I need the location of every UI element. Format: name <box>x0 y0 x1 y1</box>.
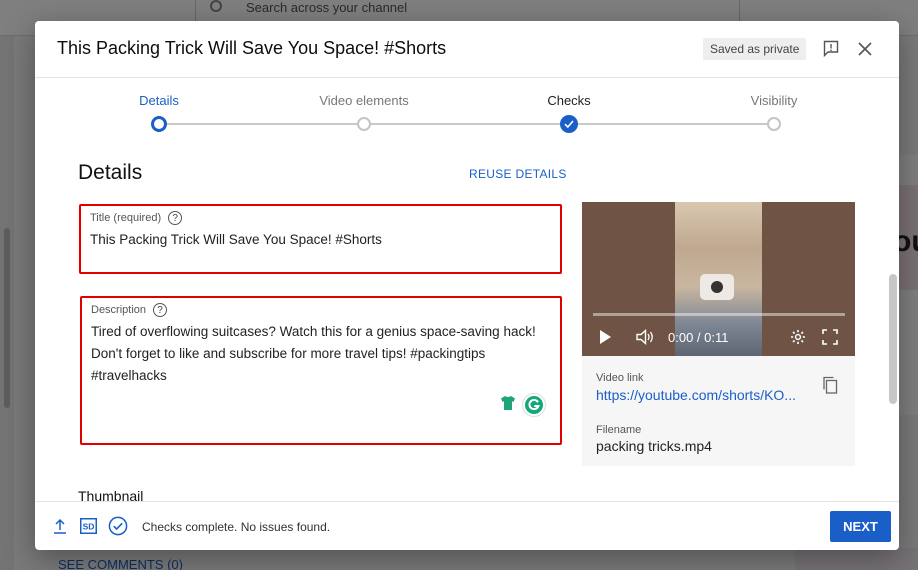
volume-icon[interactable] <box>635 329 655 345</box>
title-field[interactable]: Title (required) ? This Packing Trick Wi… <box>79 204 562 274</box>
step-checks-dot[interactable] <box>560 115 578 133</box>
filename-label: Filename <box>596 424 642 436</box>
description-input[interactable]: Tired of overflowing suitcases? Watch th… <box>91 321 551 387</box>
video-frame-lens <box>711 281 723 293</box>
details-heading: Details <box>78 161 143 184</box>
sd-quality-text: SD <box>83 522 95 532</box>
dialog-title: This Packing Trick Will Save You Space! … <box>57 38 447 58</box>
next-button[interactable]: NEXT <box>830 511 891 542</box>
title-field-label: Title (required) ? <box>90 211 551 225</box>
content-scrollbar[interactable] <box>889 274 897 404</box>
upload-icon <box>54 518 66 534</box>
video-frame-right <box>762 202 855 356</box>
checks-complete-icon <box>108 516 128 536</box>
shirt-icon[interactable] <box>499 394 517 412</box>
step-checks-label[interactable]: Checks <box>547 93 590 108</box>
video-info: Video link https://youtube.com/shorts/KO… <box>582 356 855 466</box>
upload-dialog: This Packing Trick Will Save You Space! … <box>35 21 899 550</box>
help-icon[interactable]: ? <box>168 211 183 225</box>
checks-status-text: Checks complete. No issues found. <box>142 520 331 534</box>
description-field-label: Description ? <box>91 303 551 317</box>
step-details-dot[interactable] <box>151 116 167 132</box>
saved-status-badge: Saved as private <box>703 38 807 60</box>
step-video-elements-label[interactable]: Video elements <box>319 93 408 108</box>
step-details-label[interactable]: Details <box>139 93 179 108</box>
dialog-footer: SD Checks complete. No issues found. NEX… <box>35 501 899 550</box>
step-visibility-label[interactable]: Visibility <box>751 93 798 108</box>
copy-icon[interactable] <box>822 376 838 394</box>
grammarly-icon[interactable] <box>522 393 546 417</box>
description-label-text: Description <box>91 304 147 316</box>
video-progress-bar[interactable] <box>593 313 845 316</box>
details-content: Details REUSE DETAILS Title (required) ?… <box>35 139 899 501</box>
thumbnail-heading: Thumbnail <box>78 488 144 501</box>
help-icon[interactable]: ? <box>153 303 168 317</box>
fullscreen-icon[interactable] <box>822 329 838 345</box>
filename-value: packing tricks.mp4 <box>596 438 712 454</box>
video-preview-card: 0:00 / 0:11 Video link https://youtube.c… <box>582 202 855 466</box>
step-visibility-dot[interactable] <box>767 117 781 131</box>
stepper-track <box>159 123 774 125</box>
close-icon[interactable] <box>857 41 873 57</box>
video-player[interactable]: 0:00 / 0:11 <box>582 202 855 356</box>
description-field[interactable]: Description ? Tired of overflowing suitc… <box>80 296 562 445</box>
video-frame-camera <box>700 274 734 300</box>
video-link-label: Video link <box>596 372 644 384</box>
title-input[interactable]: This Packing Trick Will Save You Space! … <box>90 229 551 251</box>
check-icon <box>564 120 574 129</box>
sd-quality-icon: SD <box>80 518 97 534</box>
upload-stepper: Details Video elements Checks Visibility <box>35 79 899 139</box>
video-link[interactable]: https://youtube.com/shorts/KO... <box>596 387 796 403</box>
video-frame-left <box>582 202 675 356</box>
play-icon[interactable] <box>598 329 612 345</box>
feedback-icon[interactable] <box>823 40 839 57</box>
title-label-text: Title (required) <box>90 212 162 224</box>
video-time: 0:00 / 0:11 <box>668 330 729 345</box>
dialog-header: This Packing Trick Will Save You Space! … <box>35 21 899 78</box>
settings-gear-icon[interactable] <box>790 329 806 345</box>
step-video-elements-dot[interactable] <box>357 117 371 131</box>
reuse-details-button[interactable]: REUSE DETAILS <box>469 167 567 181</box>
